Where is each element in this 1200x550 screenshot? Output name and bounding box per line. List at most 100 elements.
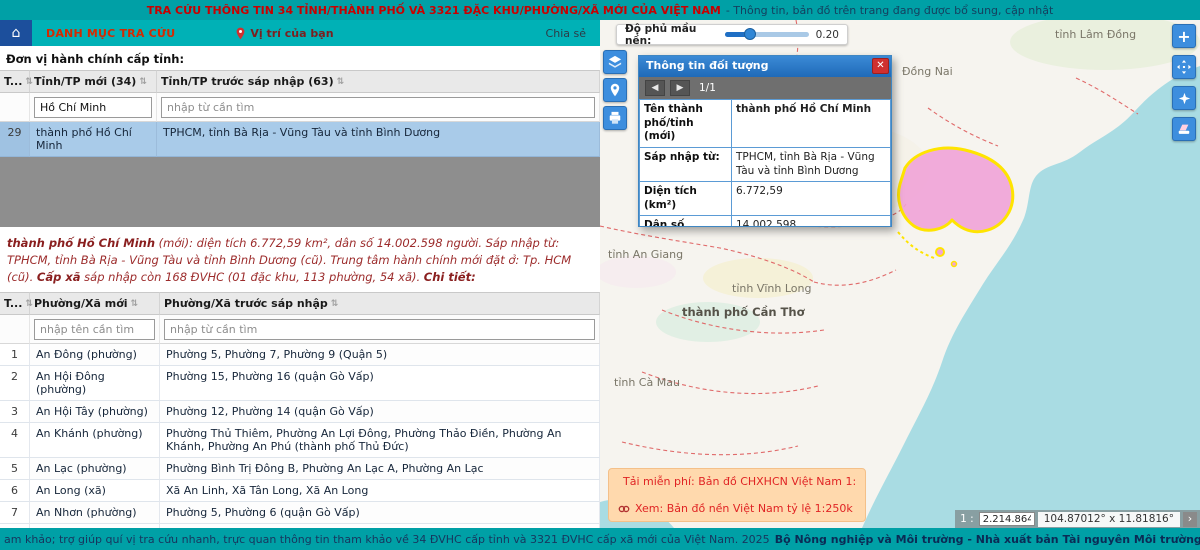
ward-row[interactable]: 2 An Hội Đông (phường) Phường 15, Phường… (0, 366, 600, 401)
prev-icon: ◀ (652, 83, 659, 93)
ward-col-old[interactable]: Phường/Xã trước sáp nhập ⇅ (160, 292, 600, 315)
selected-island (952, 262, 957, 267)
home-icon: ⌂ (12, 25, 21, 41)
close-icon: ✕ (876, 60, 884, 71)
clear-button[interactable] (1172, 117, 1196, 141)
ward-row[interactable]: 3 An Hội Tây (phường) Phường 12, Phường … (0, 401, 600, 423)
province-table-header: T... ⇅ Tỉnh/TP mới (34) ⇅ Tỉnh/TP trước … (0, 70, 600, 93)
ward-row[interactable]: 6 An Long (xã) Xã An Linh, Xã Tân Long, … (0, 480, 600, 502)
lookup-panel: ⌂ DANH MỤC TRA CỨU Vị trí của bạn Chia s… (0, 20, 600, 528)
popup-row: Sáp nhập từ: TPHCM, tỉnh Bà Rịa - Vũng T… (640, 147, 891, 181)
locate-button[interactable] (603, 78, 627, 102)
popup-row: Tên thành phố/tỉnh (mới) thành phố Hồ Ch… (640, 100, 891, 148)
link-icon (618, 504, 630, 514)
download-links-box: Tải miễn phí: Bản đồ CHXHCN Việt Nam 1:6… (608, 468, 866, 522)
chevron-right-icon: › (1188, 512, 1192, 525)
ward-row[interactable]: 4 An Khánh (phường) Phường Thủ Thiêm, Ph… (0, 423, 600, 458)
scale-coordinate-bar: 1 : 104.87012° x 11.81816° › (955, 510, 1200, 528)
opacity-label: Độ phủ mầu nền: (625, 23, 718, 47)
province-filter-blank (0, 93, 30, 122)
top-title-bar: TRA CỨU THÔNG TIN 34 TỈNH/THÀNH PHỐ VÀ 3… (0, 0, 1200, 20)
status-text: am khảo; trợ giúp quí vị tra cứu nhanh, … (4, 533, 770, 546)
ward-filter-new-input[interactable] (34, 319, 155, 340)
sort-icon: ⇅ (139, 77, 147, 87)
print-button[interactable] (603, 106, 627, 130)
province-section-title: Đơn vị hành chính cấp tỉnh: (0, 46, 600, 70)
popup-title-bar[interactable]: Thông tin đối tượng ✕ (639, 56, 891, 77)
map-label-lam-dong: tỉnh Lâm Đồng (1055, 28, 1136, 41)
view-basemap-link[interactable]: Xem: Bản đồ nền Việt Nam tỷ lệ 1:250k (618, 502, 856, 515)
opacity-value: 0.20 (816, 29, 839, 41)
ward-table-header: T... ⇅ Phường/Xã mới ⇅ Phường/Xã trước s… (0, 292, 600, 315)
pan-button[interactable] (1172, 55, 1196, 79)
popup-pager: ◀ ▶ 1/1 (639, 77, 891, 99)
popup-page-indicator: 1/1 (699, 82, 716, 94)
printer-icon (608, 111, 622, 125)
ward-row[interactable]: 5 An Lạc (phường) Phường Bình Trị Đông B… (0, 458, 600, 480)
star-icon (1178, 92, 1191, 105)
zoom-in-button[interactable]: + (1172, 24, 1196, 48)
sort-icon: ⇅ (25, 77, 33, 87)
download-map-link[interactable]: Tải miễn phí: Bản đồ CHXHCN Việt Nam 1:6… (618, 475, 856, 488)
eraser-icon (1177, 122, 1191, 136)
layers-icon (608, 55, 622, 69)
status-bar: am khảo; trợ giúp quí vị tra cứu nhanh, … (0, 528, 1200, 550)
extent-button[interactable] (1172, 86, 1196, 110)
province-col-old[interactable]: Tỉnh/TP trước sáp nhập (63) ⇅ (157, 70, 600, 93)
home-button[interactable]: ⌂ (0, 20, 32, 46)
scale-prefix: 1 : (958, 513, 976, 525)
ward-filter-blank (0, 315, 30, 344)
nav-menu-link[interactable]: DANH MỤC TRA CỨU (46, 27, 175, 40)
next-icon: ▶ (677, 83, 684, 93)
panel-nav-bar: ⌂ DANH MỤC TRA CỨU Vị trí của bạn Chia s… (0, 20, 600, 46)
location-pin-icon (235, 27, 246, 40)
popup-close-button[interactable]: ✕ (872, 58, 889, 74)
map-label-can-tho: thành phố Cần Thơ (682, 305, 806, 319)
sort-icon: ⇅ (25, 299, 33, 309)
popup-title: Thông tin đối tượng (646, 59, 769, 72)
my-location-link[interactable]: Vị trí của bạn (235, 27, 333, 40)
province-table: T... ⇅ Tỉnh/TP mới (34) ⇅ Tỉnh/TP trước … (0, 70, 600, 157)
expand-panel-button[interactable]: › (1183, 512, 1197, 527)
province-summary-text: thành phố Hồ Chí Minh (mới): diện tích 6… (0, 227, 600, 292)
map-label-vinh-long: tỉnh Vĩnh Long (732, 282, 811, 295)
province-filter-new-input[interactable] (34, 97, 152, 118)
ward-filter-old-input[interactable] (164, 319, 595, 340)
ward-row[interactable]: 7 An Nhơn (phường) Phường 5, Phường 6 (q… (0, 502, 600, 524)
map-pin-icon (609, 83, 621, 97)
popup-prev-button[interactable]: ◀ (645, 80, 665, 96)
my-location-label: Vị trí của bạn (250, 27, 333, 40)
cursor-coordinates: 104.87012° x 11.81816° (1038, 512, 1180, 527)
map-label-an-giang: tỉnh An Giang (608, 248, 683, 261)
share-link[interactable]: Chia sẻ (546, 27, 586, 40)
ward-col-stt[interactable]: T... ⇅ (0, 292, 30, 315)
page-title: TRA CỨU THÔNG TIN 34 TỈNH/THÀNH PHỐ VÀ 3… (147, 4, 721, 17)
opacity-slider-handle[interactable] (744, 28, 756, 40)
province-row-selected[interactable]: 29 thành phố Hồ Chí Minh TPHCM, tỉnh Bà … (0, 122, 600, 157)
map-label-ca-mau: tỉnh Cà Mau (614, 376, 680, 389)
province-col-new[interactable]: Tỉnh/TP mới (34) ⇅ (30, 70, 157, 93)
ward-rows: 1 An Đông (phường) Phường 5, Phường 7, P… (0, 344, 600, 528)
table-empty-area (0, 157, 600, 227)
map-toolbar-left (603, 50, 627, 130)
basemap-opacity-control: Độ phủ mầu nền: 0.20 (616, 24, 848, 45)
popup-attribute-table: Tên thành phố/tỉnh (mới) thành phố Hồ Ch… (639, 99, 891, 227)
ward-table: T... ⇅ Phường/Xã mới ⇅ Phường/Xã trước s… (0, 292, 600, 528)
province-filter-old-input[interactable] (161, 97, 595, 118)
opacity-slider[interactable] (725, 32, 809, 37)
ward-filter-row (0, 315, 600, 344)
popup-next-button[interactable]: ▶ (670, 80, 690, 96)
sort-icon: ⇅ (331, 299, 339, 309)
status-publisher: Bộ Nông nghiệp và Môi trường - Nhà xuất … (775, 533, 1200, 546)
move-arrows-icon (1177, 60, 1191, 74)
province-filter-row (0, 93, 600, 122)
sort-icon: ⇅ (131, 299, 139, 309)
popup-row: Diện tích (km²) 6.772,59 (640, 182, 891, 216)
scale-input[interactable] (979, 512, 1035, 526)
layers-button[interactable] (603, 50, 627, 74)
ward-col-new[interactable]: Phường/Xã mới ⇅ (30, 292, 160, 315)
province-col-stt[interactable]: T... ⇅ (0, 70, 30, 93)
selected-island (936, 248, 944, 256)
ward-row[interactable]: 1 An Đông (phường) Phường 5, Phường 7, P… (0, 344, 600, 366)
plus-icon: + (1177, 27, 1190, 46)
